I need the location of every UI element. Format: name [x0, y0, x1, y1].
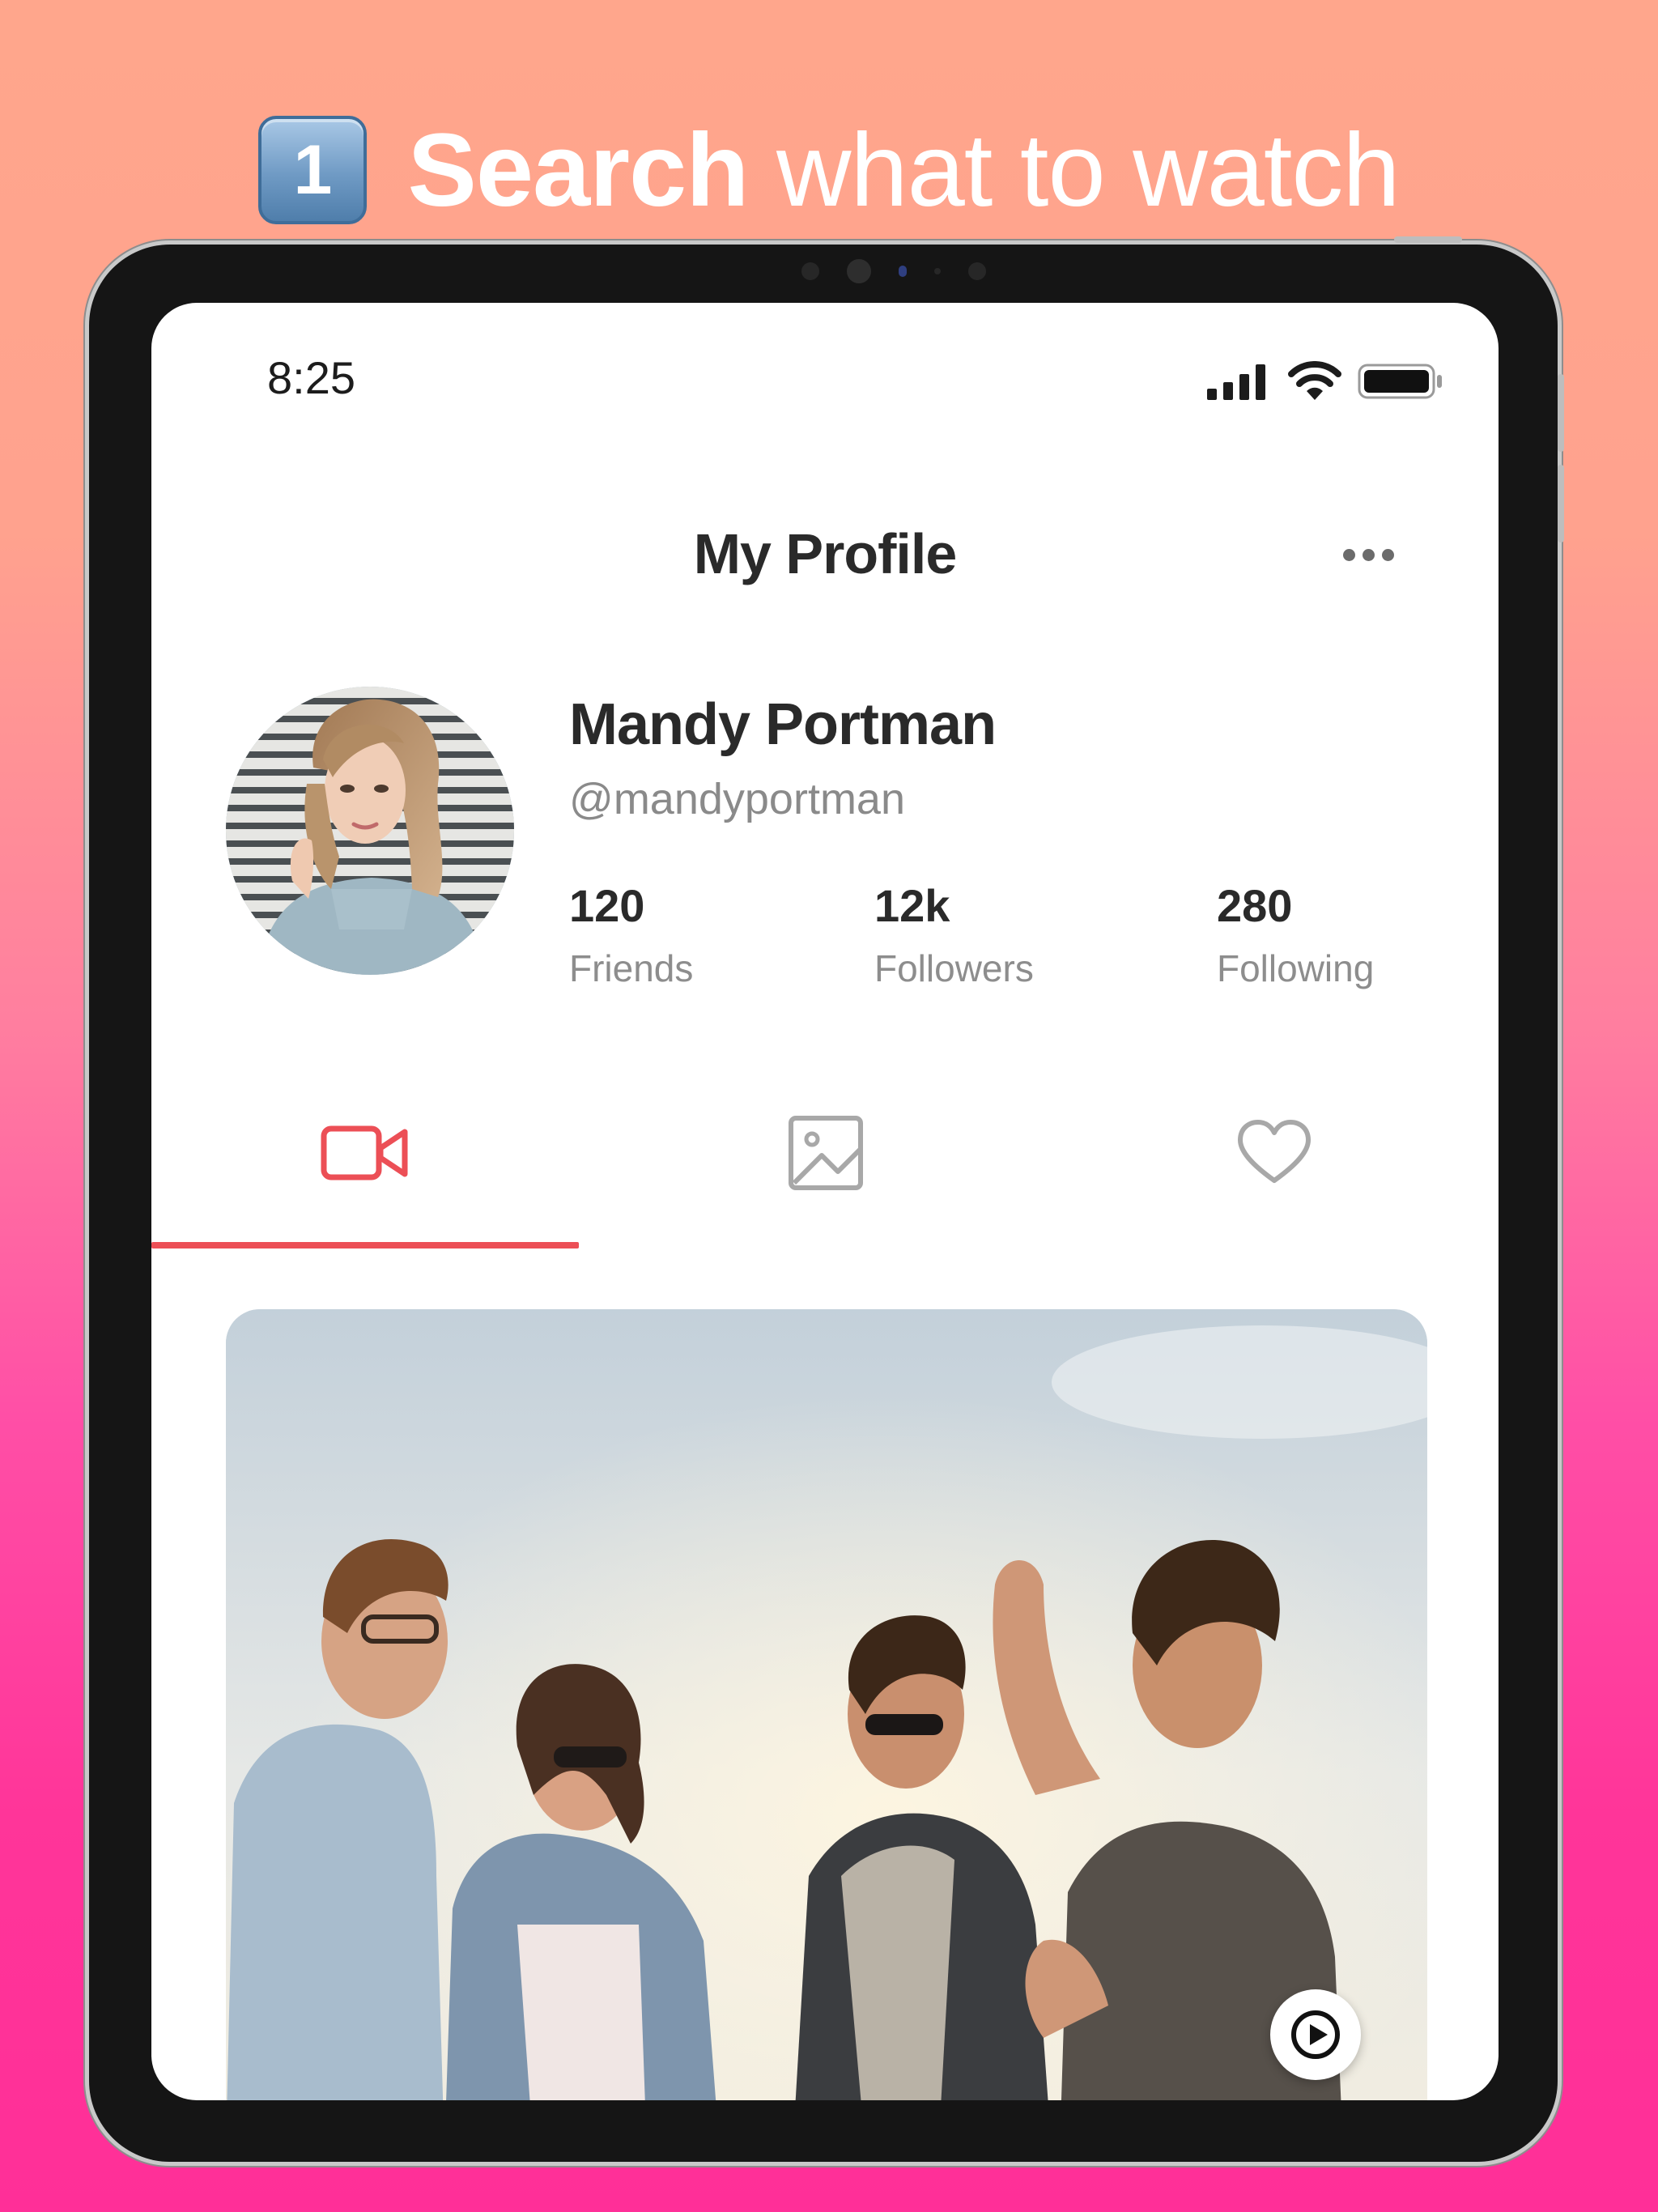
- profile-name: Mandy Portman: [569, 692, 997, 757]
- stat-label: Followers: [874, 947, 1034, 989]
- sensor-dot: [801, 262, 819, 280]
- cellular-signal-icon: [1207, 364, 1265, 400]
- image-icon: [789, 1116, 863, 1190]
- more-options-button[interactable]: [1343, 549, 1394, 561]
- sensor-dot-right: [968, 262, 986, 280]
- play-icon: [1291, 2010, 1340, 2059]
- camera-bar: [801, 259, 986, 283]
- top-button: [1394, 236, 1462, 243]
- status-icons: [1207, 361, 1443, 402]
- stat-friends[interactable]: 120 Friends: [569, 879, 693, 990]
- stat-following[interactable]: 280 Following: [1217, 879, 1374, 990]
- stat-label: Following: [1217, 947, 1375, 989]
- more-dot-icon: [1363, 549, 1375, 561]
- camera-indicator: [899, 266, 907, 277]
- more-dot-icon: [1343, 549, 1355, 561]
- wifi-icon: [1288, 361, 1341, 400]
- stat-value: 120: [569, 880, 645, 931]
- number-badge: 1: [258, 116, 368, 224]
- content-tabs: [151, 1080, 1499, 1234]
- video-camera-icon: [321, 1125, 408, 1180]
- headline-rest-text: what to watch: [776, 112, 1401, 228]
- stat-followers[interactable]: 12k Followers: [874, 879, 1034, 990]
- play-button[interactable]: [1270, 1989, 1361, 2080]
- headline-text: Search what to watch: [407, 111, 1401, 230]
- stat-value: 12k: [874, 880, 950, 931]
- tab-photos[interactable]: [602, 1080, 1050, 1226]
- headline: 1 Search what to watch: [0, 105, 1658, 235]
- sensor-dot-small: [934, 268, 941, 274]
- profile-handle: @mandyportman: [569, 775, 905, 823]
- volume-up-button: [1558, 374, 1564, 452]
- active-tab-indicator: [151, 1242, 579, 1249]
- volume-down-button: [1558, 465, 1564, 542]
- stat-label: Friends: [569, 947, 694, 989]
- video-photo: [226, 1309, 1427, 2100]
- page-title: My Profile: [693, 522, 958, 585]
- more-dot-icon: [1382, 549, 1394, 561]
- heart-icon: [1238, 1120, 1311, 1183]
- tab-likes[interactable]: [1050, 1080, 1499, 1226]
- front-camera: [847, 259, 871, 283]
- app-screen: 8:25 My Profile Mandy Portman @mandyport…: [151, 303, 1499, 2100]
- headline-bold-text: Search: [407, 112, 749, 228]
- status-time: 8:25: [267, 352, 355, 403]
- battery-icon: [1358, 364, 1442, 399]
- avatar[interactable]: [226, 687, 514, 975]
- video-thumbnail[interactable]: [226, 1309, 1427, 2100]
- avatar-photo: [226, 687, 514, 975]
- stat-value: 280: [1217, 880, 1293, 931]
- tab-videos[interactable]: [151, 1080, 579, 1226]
